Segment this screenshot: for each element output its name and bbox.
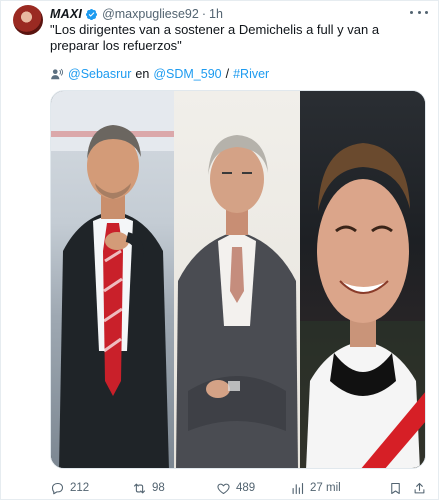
tweet-timestamp[interactable]: 1h	[209, 7, 223, 21]
like-button[interactable]: 489	[216, 481, 255, 496]
author-name[interactable]: MAXI	[50, 7, 82, 21]
tweet-header: MAXI @maxpugliese92 · 1h	[50, 6, 223, 22]
photo-panel-president[interactable]	[174, 91, 300, 468]
retweet-count: 98	[152, 482, 165, 494]
share-icon	[414, 482, 425, 493]
hashtag-river-link[interactable]: #River	[233, 67, 269, 81]
verified-badge-icon	[86, 8, 98, 20]
station-handle-link[interactable]: @SDM_590	[153, 67, 221, 81]
reply-count: 212	[70, 482, 90, 494]
retweet-button[interactable]: 98	[132, 481, 165, 496]
views-count: 27 mil	[310, 482, 341, 494]
tweet-card[interactable]: MAXI @maxpugliese92 · 1h "Los dirigentes…	[0, 0, 439, 500]
bookmark-button[interactable]	[388, 481, 403, 496]
share-button[interactable]	[412, 481, 427, 496]
reply-button[interactable]: 212	[50, 481, 89, 496]
tweet-media[interactable]	[50, 90, 426, 469]
source-handle-link[interactable]: @Sebasrur	[68, 67, 131, 81]
avatar[interactable]	[13, 5, 43, 35]
retweet-icon	[133, 483, 146, 493]
tweet-credit-line: @Sebasrur en @SDM_590 / #River	[50, 67, 269, 81]
header-separator: ·	[201, 7, 207, 21]
photo-panel-assistant[interactable]	[299, 91, 425, 468]
like-count: 489	[236, 482, 256, 494]
like-icon	[217, 483, 230, 494]
views-button[interactable]: 27 mil	[290, 481, 341, 496]
photo-panel-coach[interactable]	[51, 91, 175, 468]
tweet-text: "Los dirigentes van a sostener a Demiche…	[50, 22, 380, 53]
author-handle[interactable]: @maxpugliese92	[102, 7, 199, 21]
assistant-photo	[299, 143, 425, 468]
more-icon[interactable]	[410, 5, 428, 19]
speaker-icon	[51, 68, 64, 80]
views-icon	[292, 482, 304, 494]
bookmark-icon	[391, 482, 400, 494]
president-photo	[176, 135, 299, 468]
credit-connector: en	[135, 67, 150, 81]
reply-icon	[51, 482, 64, 494]
tweet-actions: 212 98 489 27 mil	[50, 479, 426, 497]
credit-slash: /	[225, 67, 230, 81]
coach-photo	[51, 91, 175, 468]
